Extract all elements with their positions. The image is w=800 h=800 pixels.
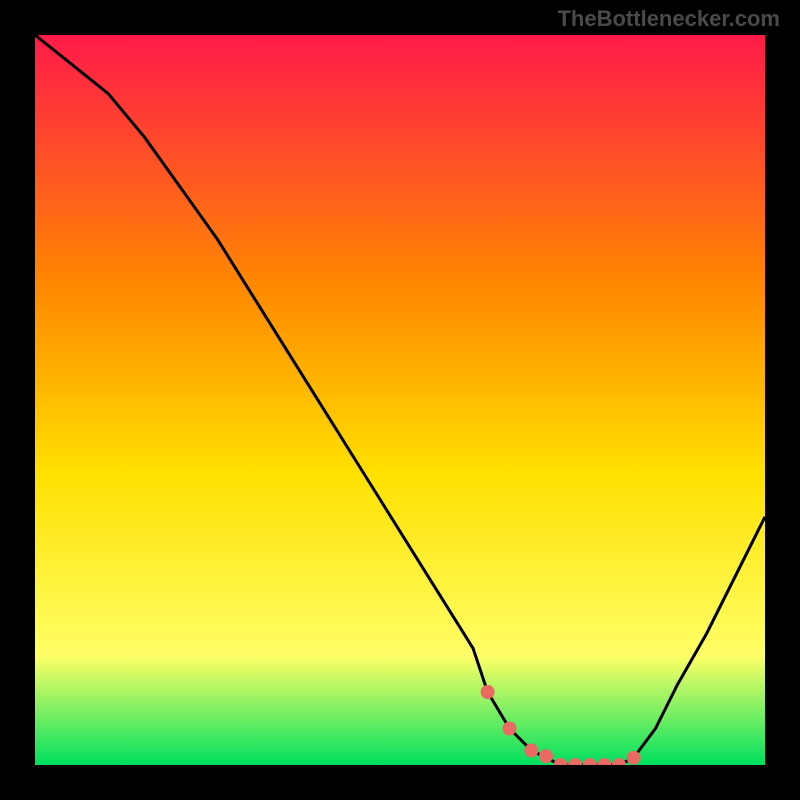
curve-marker <box>539 749 553 763</box>
bottleneck-chart <box>35 35 765 765</box>
curve-marker <box>627 751 641 765</box>
chart-container <box>35 35 765 765</box>
gradient-background <box>35 35 765 765</box>
curve-marker <box>524 743 538 757</box>
curve-marker <box>481 685 495 699</box>
watermark-text: TheBottlenecker.com <box>557 6 780 32</box>
curve-marker <box>503 722 517 736</box>
